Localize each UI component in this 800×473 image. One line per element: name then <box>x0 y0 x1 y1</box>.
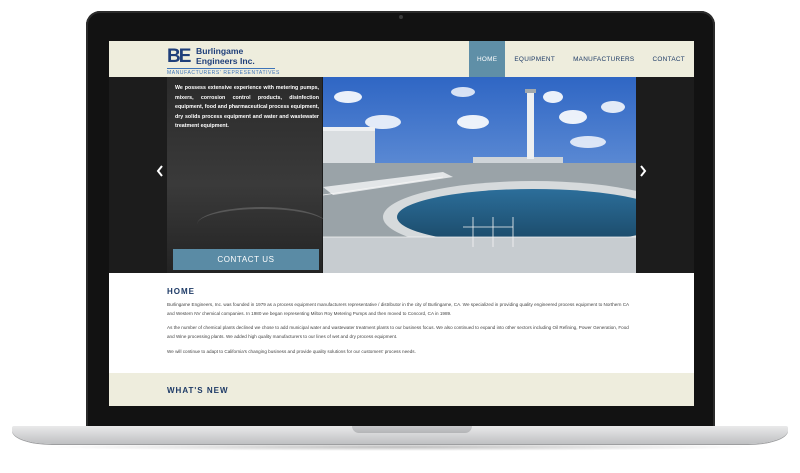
hero-description: We possess extensive experience with met… <box>175 85 319 130</box>
main-nav: HOME EQUIPMENT MANUFACTURERS CONTACT <box>468 41 694 77</box>
laptop-base <box>12 426 788 444</box>
laptop-notch <box>352 426 472 433</box>
contact-us-button[interactable]: CONTACT US <box>173 249 319 270</box>
home-heading: HOME <box>167 287 195 296</box>
website-screen: BE Burlingame Engineers Inc. MANUFACTURE… <box>109 41 694 406</box>
laptop-shadow <box>40 443 760 451</box>
nav-contact[interactable]: CONTACT <box>643 41 694 77</box>
logo-name-line2: Engineers Inc. <box>196 55 255 66</box>
chevron-left-icon <box>156 165 163 177</box>
whats-new-section: WHAT'S NEW <box>109 373 694 406</box>
logo-name: Burlingame Engineers Inc. <box>196 47 255 65</box>
home-paragraph: Burlingame Engineers, Inc. was founded i… <box>167 302 629 316</box>
logo-tagline: MANUFACTURERS' REPRESENTATIVES <box>167 68 280 76</box>
site-header: BE Burlingame Engineers Inc. MANUFACTURE… <box>109 41 694 77</box>
nav-manufacturers[interactable]: MANUFACTURERS <box>564 41 643 77</box>
slider-prev-button[interactable] <box>154 165 166 179</box>
home-paragraph: As the number of chemical plants decline… <box>167 325 629 339</box>
water-treatment-photo <box>323 77 636 273</box>
nav-equipment[interactable]: EQUIPMENT <box>505 41 564 77</box>
home-section: HOME Burlingame Engineers, Inc. was foun… <box>109 273 694 373</box>
company-logo[interactable]: BE Burlingame Engineers Inc. MANUFACTURE… <box>167 46 287 76</box>
hero-slider: We possess extensive experience with met… <box>109 77 694 273</box>
nav-home[interactable]: HOME <box>468 41 506 77</box>
logo-mark: BE <box>167 46 191 67</box>
home-paragraph: We will continue to adapt to California'… <box>167 349 416 354</box>
camera-icon <box>398 15 403 19</box>
whats-new-heading: WHAT'S NEW <box>167 386 229 395</box>
chevron-right-icon <box>640 165 647 177</box>
logo-name-line1: Burlingame <box>196 46 244 56</box>
slider-next-button[interactable] <box>637 165 649 179</box>
